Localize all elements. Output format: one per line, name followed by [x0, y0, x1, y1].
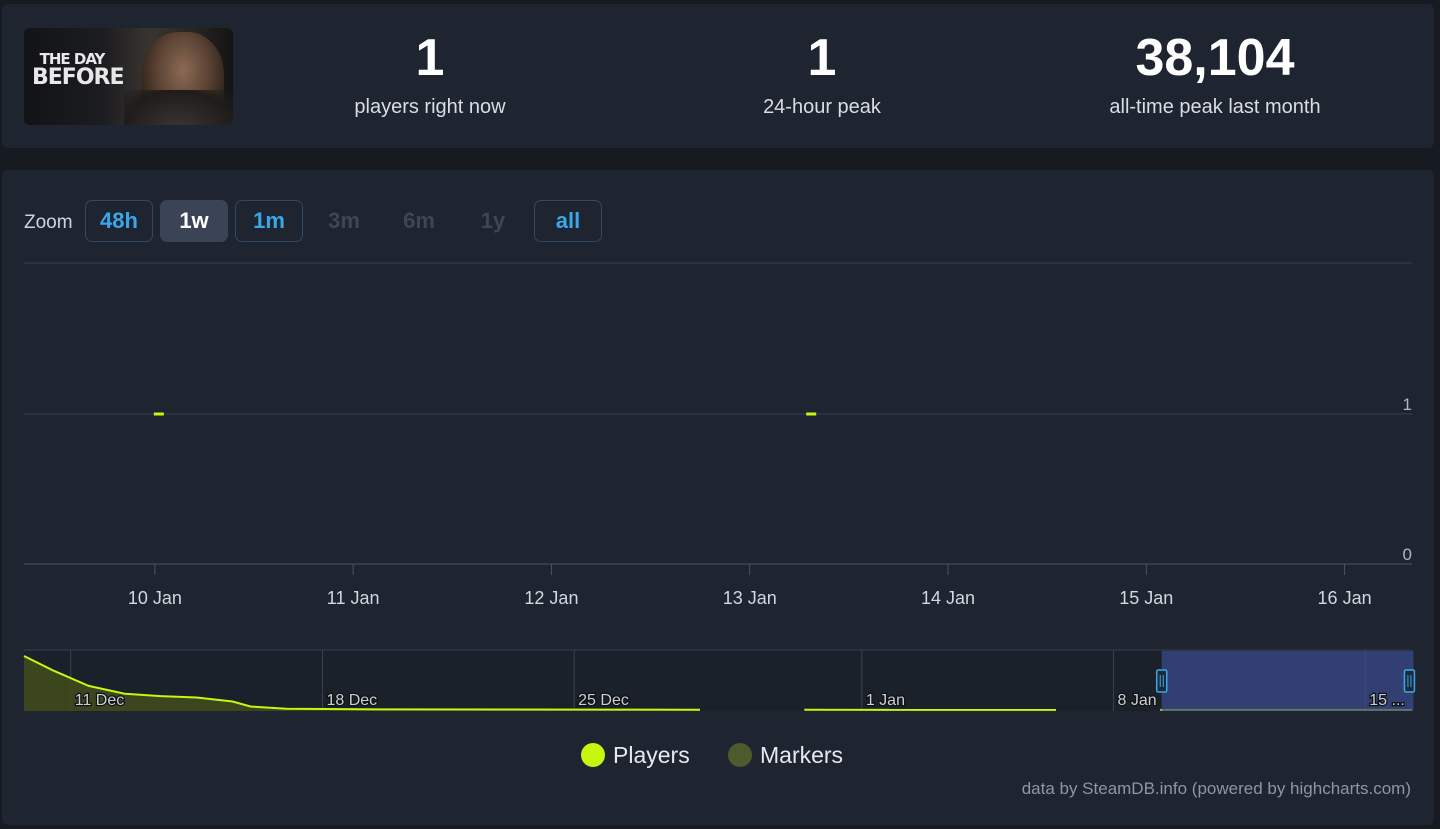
legend-players-dot-icon	[581, 743, 605, 767]
x-tick-label: 15 Jan	[1119, 588, 1173, 608]
x-tick-label: 12 Jan	[524, 588, 578, 608]
x-tick-label: 13 Jan	[723, 588, 777, 608]
x-tick-label: 10 Jan	[128, 588, 182, 608]
legend-item-players[interactable]: Players	[581, 740, 690, 770]
navigator-tick-label: 18 Dec	[326, 692, 377, 709]
y-tick-label: 0	[1403, 545, 1412, 564]
legend-item-markers[interactable]: Markers	[728, 740, 843, 770]
navigator-tick-label: 25 Dec	[578, 692, 629, 709]
legend-markers-label: Markers	[760, 741, 844, 768]
legend-players-label: Players	[613, 741, 690, 768]
navigator-tick-label: 11 Dec	[75, 692, 125, 709]
x-tick-label: 16 Jan	[1318, 588, 1372, 608]
navigator-handle-left[interactable]	[1155, 669, 1168, 693]
x-tick-label: 11 Jan	[327, 588, 380, 608]
navigator-tick-label: 1 Jan	[866, 692, 905, 709]
y-tick-label: 1	[1403, 395, 1412, 414]
handle-grip-icon	[1403, 669, 1416, 693]
x-tick-label: 14 Jan	[921, 588, 975, 608]
player-count-chart[interactable]: 0 1 10 Jan 11 Jan 12 Jan 13 Jan 14 Jan 15 Jan 16…	[0, 0, 1440, 829]
handle-grip-icon	[1155, 669, 1168, 693]
chart-credits-link[interactable]: data by SteamDB.info (powered by highcha…	[1022, 779, 1411, 799]
navigator-tick-label: 15 ...	[1369, 692, 1405, 709]
navigator-handle-right[interactable]	[1403, 669, 1416, 693]
navigator-tick-label: 8 Jan	[1118, 692, 1157, 709]
legend-markers-dot-icon	[728, 743, 752, 767]
